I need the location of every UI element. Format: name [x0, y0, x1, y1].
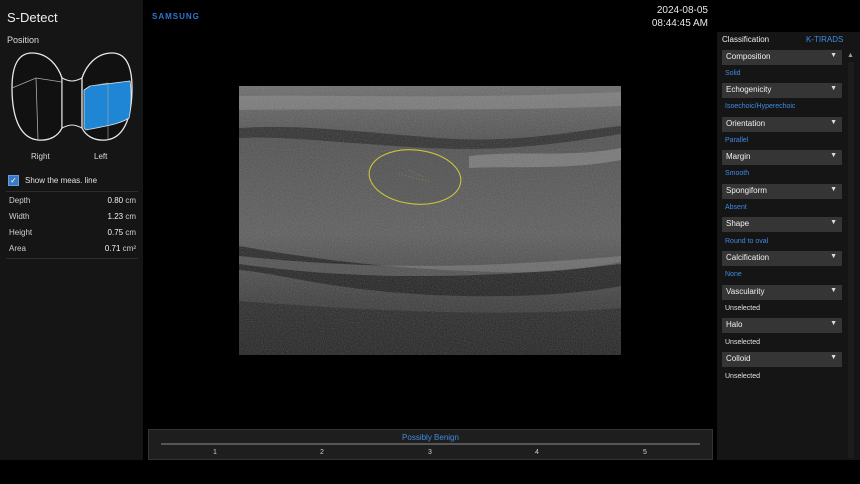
- measurement-label: Width: [9, 212, 30, 221]
- dropdown-value: Unselected: [725, 339, 761, 346]
- dropdown-colloid[interactable]: Colloid ▼: [722, 352, 842, 367]
- dropdown-margin[interactable]: Margin ▼: [722, 150, 842, 165]
- chevron-down-icon[interactable]: ▼: [830, 119, 837, 126]
- time-text: 08:44:45 AM: [651, 18, 708, 29]
- measurement-unit: cm: [125, 212, 136, 221]
- result-label: Possibly Benign: [402, 433, 459, 442]
- dropdown-echogenicity[interactable]: Echogenicity ▼: [722, 83, 842, 98]
- dropdown-label: Shape: [726, 219, 750, 228]
- measurement-label: Depth: [9, 196, 31, 205]
- lobe-label-right: Right: [31, 152, 50, 161]
- scroll-up-icon[interactable]: ▲: [847, 52, 854, 59]
- chevron-down-icon[interactable]: ▼: [830, 52, 837, 59]
- classification-system[interactable]: K-TIRADS: [806, 35, 843, 44]
- measurement-label: Height: [9, 228, 33, 237]
- ultrasound-scan: [239, 86, 621, 355]
- chevron-down-icon[interactable]: ▼: [830, 186, 837, 193]
- dropdown-label: Colloid: [726, 354, 751, 363]
- dropdown-value: Round to oval: [725, 238, 769, 245]
- chevron-down-icon[interactable]: ▼: [830, 152, 837, 159]
- measurement-row-width: Width 1.23 cm: [8, 212, 136, 228]
- position-label: Position: [7, 35, 40, 45]
- scale-tick-5: 5: [643, 449, 647, 456]
- chevron-down-icon[interactable]: ▼: [830, 287, 837, 294]
- dropdown-label: Echogenicity: [726, 85, 772, 94]
- brand-logo: SAMSUNG: [152, 12, 200, 21]
- dropdown-label: Composition: [726, 52, 771, 61]
- measurement-row-depth: Depth 0.80 cm: [8, 196, 136, 212]
- divider: [6, 258, 138, 259]
- show-meas-line-toggle[interactable]: ✓ Show the meas. line: [8, 175, 97, 186]
- dropdown-value: Unselected: [725, 305, 761, 312]
- dropdown-value: Solid: [725, 70, 741, 77]
- thyroid-right-lobe[interactable]: [11, 52, 63, 141]
- scale-tick-2: 2: [320, 449, 324, 456]
- measurement-value: 1.23: [107, 212, 124, 221]
- chevron-down-icon[interactable]: ▼: [830, 219, 837, 226]
- measurement-row-height: Height 0.75 cm: [8, 228, 136, 244]
- scale-tick-1: 1: [213, 449, 217, 456]
- scale-tick-4: 4: [535, 449, 539, 456]
- dropdown-value: Unselected: [725, 373, 761, 380]
- dropdown-vascularity[interactable]: Vascularity ▼: [722, 285, 842, 300]
- chevron-down-icon[interactable]: ▼: [830, 354, 837, 361]
- left-panel: S-Detect Position Right Left ✓ Show the …: [0, 0, 143, 460]
- date-text: 2024-08-05: [656, 5, 708, 16]
- scrollbar[interactable]: [848, 62, 854, 458]
- chevron-down-icon[interactable]: ▼: [830, 85, 837, 92]
- chevron-down-icon[interactable]: ▼: [830, 320, 837, 327]
- app-title: S-Detect: [7, 10, 58, 25]
- dropdown-label: Orientation: [726, 119, 766, 128]
- ultrasound-image[interactable]: [239, 86, 621, 355]
- result-scale-line: [161, 443, 700, 445]
- measurement-unit: cm: [125, 196, 136, 205]
- dropdown-calcification[interactable]: Calcification ▼: [722, 251, 842, 266]
- dropdown-spongiform[interactable]: Spongiform ▼: [722, 184, 842, 199]
- dropdown-label: Spongiform: [726, 186, 767, 195]
- dropdown-shape[interactable]: Shape ▼: [722, 217, 842, 232]
- measurement-value: 0.80: [107, 196, 124, 205]
- chevron-down-icon[interactable]: ▼: [830, 253, 837, 260]
- dropdown-value: None: [725, 271, 742, 278]
- dropdown-value: Isoechoic/Hyperechoic: [725, 103, 796, 110]
- dropdown-orientation[interactable]: Orientation ▼: [722, 117, 842, 132]
- dropdown-halo[interactable]: Halo ▼: [722, 318, 842, 333]
- dropdown-composition[interactable]: Composition ▼: [722, 50, 842, 65]
- thyroid-position-diagram: [11, 52, 133, 141]
- dropdown-value: Smooth: [725, 170, 750, 177]
- thyroid-isthmus[interactable]: [61, 77, 83, 129]
- dropdown-label: Halo: [726, 320, 743, 329]
- lobe-label-left: Left: [94, 152, 108, 161]
- bottom-strip: [0, 460, 860, 484]
- measurement-label: Area: [9, 244, 26, 253]
- check-icon[interactable]: ✓: [8, 175, 19, 186]
- dropdown-label: Margin: [726, 152, 751, 161]
- divider: [6, 191, 138, 192]
- measurement-value: 0.75: [107, 228, 124, 237]
- show-meas-line-label: Show the meas. line: [25, 176, 98, 185]
- classification-panel: Classification K-TIRADS ▲ Composition ▼ …: [717, 32, 860, 460]
- measurement-unit: cm²: [122, 244, 136, 253]
- dropdown-label: Vascularity: [726, 287, 765, 296]
- datetime-display: 2024-08-05 08:44:45 AM: [652, 4, 708, 30]
- dropdown-label: Calcification: [726, 253, 770, 262]
- dropdown-value: Parallel: [725, 137, 749, 144]
- measurement-value: 0.71: [104, 244, 121, 253]
- classification-header: Classification: [722, 35, 770, 44]
- result-bar: Possibly Benign 1 2 3 4 5: [148, 429, 713, 460]
- scale-tick-3: 3: [428, 449, 432, 456]
- measurement-unit: cm: [125, 228, 136, 237]
- dropdown-value: Absent: [725, 204, 747, 211]
